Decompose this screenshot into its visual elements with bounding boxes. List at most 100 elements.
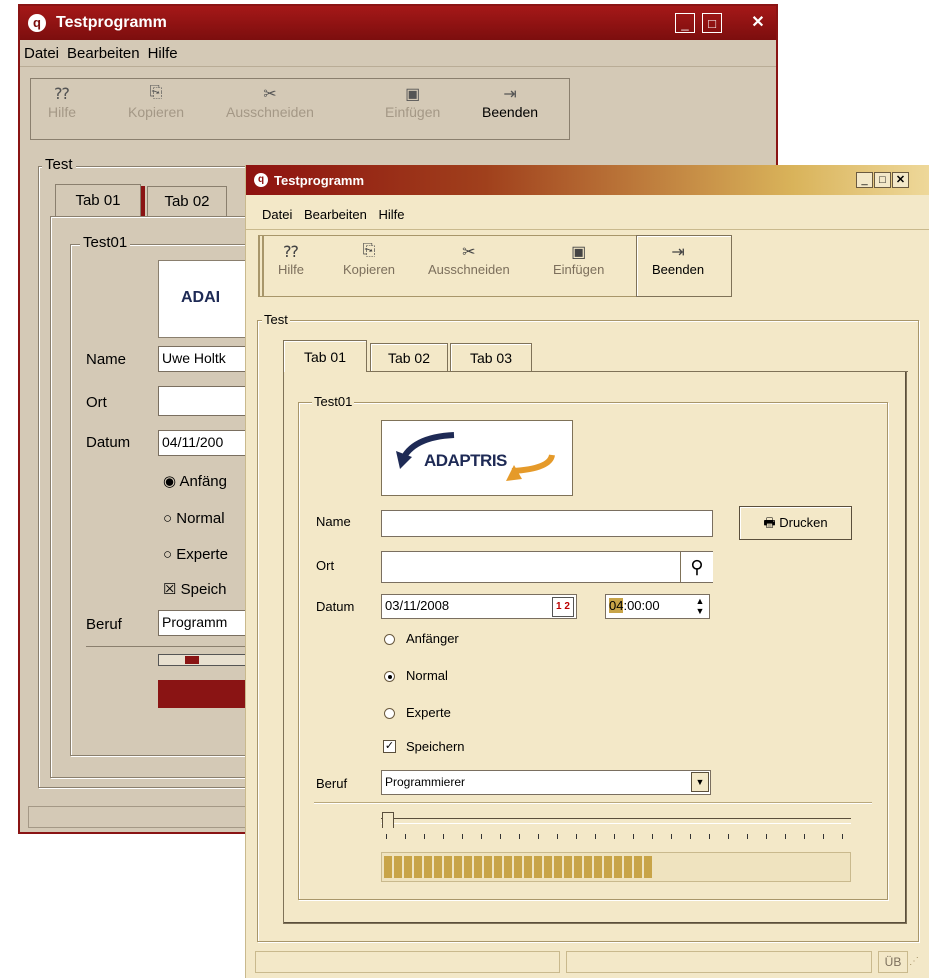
close-icon[interactable]: ✕ [892, 172, 909, 188]
label-beruf: Beruf [316, 776, 348, 791]
status-pane-1 [255, 951, 560, 973]
progress-block [494, 856, 502, 878]
tool-label: Ausschneiden [226, 104, 314, 120]
app-icon: q [28, 14, 46, 32]
progress-block [424, 856, 432, 878]
chevron-down-icon[interactable]: ▼ [691, 772, 709, 792]
close-icon[interactable]: ✕ [748, 13, 768, 33]
back-checkbox-speichern[interactable]: ☒ Speich [163, 580, 227, 598]
back-label-datum: Datum [86, 434, 131, 451]
spin-down-icon[interactable]: ▼ [693, 606, 707, 616]
resize-grip-icon[interactable]: ⋰ [909, 956, 925, 972]
exit-icon: ⇥ [671, 244, 685, 261]
back-radio-anfaenger[interactable]: ◉ Anfäng [163, 472, 227, 490]
front-title-bar[interactable]: q Testprogramm [246, 165, 929, 195]
front-tool-hilfe[interactable]: ⁇ Hilfe [278, 242, 304, 277]
progress-block [624, 856, 632, 878]
minimize-icon[interactable]: _ [856, 172, 873, 188]
front-tool-ausschneiden[interactable]: ✂ Ausschneiden [428, 242, 510, 277]
ort-field[interactable] [381, 551, 713, 583]
front-tool-kopieren[interactable]: ⎘ Kopieren [343, 242, 395, 277]
back-tool-einfuegen[interactable]: ▣ Einfügen [385, 84, 440, 120]
back-tool-beenden[interactable]: ⇥ Beenden [482, 84, 538, 120]
front-menubar: Datei Bearbeiten Hilfe [262, 207, 413, 222]
radio-label: Anfäng [179, 473, 227, 490]
menu-hilfe[interactable]: Hilfe [148, 45, 178, 62]
progress-block [464, 856, 472, 878]
progress-block [444, 856, 452, 878]
checkbox-label: Speich [180, 581, 227, 598]
logo-text: ADAPTRIS [424, 451, 507, 470]
slider-tick [766, 834, 767, 839]
menu-datei[interactable]: Datei [24, 45, 59, 62]
beruf-select[interactable]: Programmierer [381, 770, 711, 795]
speichern-checkbox[interactable]: ✓ [383, 740, 396, 753]
print-button[interactable]: 🖶 Drucken [739, 506, 852, 540]
slider-tick [842, 834, 843, 839]
calendar-icon[interactable]: 1 2 [552, 597, 574, 617]
name-field[interactable] [381, 510, 713, 537]
status-ueb: ÜB [878, 951, 908, 973]
menubar-divider [246, 229, 929, 230]
datum-field[interactable]: 03/11/2008 [381, 594, 577, 619]
front-tool-beenden[interactable]: ⇥ Beenden [652, 242, 704, 277]
progress-block [564, 856, 572, 878]
slider-tick [690, 834, 691, 839]
back-tab-02[interactable]: Tab 02 [147, 186, 227, 216]
slider-tick [804, 834, 805, 839]
slider-tick [557, 834, 558, 839]
tool-label: Beenden [482, 104, 539, 120]
back-tool-kopieren[interactable]: ⎘ Kopieren [128, 84, 184, 120]
back-radio-experte[interactable]: ○ Experte [163, 546, 228, 563]
progress-block [484, 856, 492, 878]
back-radio-normal[interactable]: ○ Normal [163, 510, 225, 527]
progress-block [614, 856, 622, 878]
search-icon[interactable]: ⚲ [680, 552, 713, 582]
time-spinner[interactable]: ▲ ▼ [693, 596, 707, 617]
front-tab-03[interactable]: Tab 03 [450, 343, 532, 371]
toolbar-grip[interactable] [258, 235, 264, 297]
progress-block [514, 856, 522, 878]
back-tool-hilfe[interactable]: ⁇ Hilfe [48, 84, 76, 120]
help-icon: ⁇ [54, 86, 70, 103]
radio-normal-control[interactable] [384, 671, 395, 682]
front-tool-einfuegen[interactable]: ▣ Einfügen [553, 242, 604, 277]
back-tool-ausschneiden[interactable]: ✂ Ausschneiden [226, 84, 314, 120]
radio-anfaenger-label: Anfänger [406, 631, 459, 646]
progress-block [544, 856, 552, 878]
progress-block [574, 856, 582, 878]
back-label-name: Name [86, 351, 127, 368]
maximize-icon[interactable]: □ [702, 13, 722, 33]
menu-datei[interactable]: Datei [262, 207, 292, 222]
time-hour: 04 [609, 598, 624, 613]
menu-bearbeiten[interactable]: Bearbeiten [67, 45, 140, 62]
back-tab-01[interactable]: Tab 01 [55, 184, 141, 216]
print-button-label: Drucken [779, 515, 828, 530]
front-tab-01[interactable]: Tab 01 [283, 340, 367, 372]
copy-icon: ⎘ [362, 242, 376, 259]
progress-bar [381, 852, 851, 882]
printer-icon: 🖶 [763, 515, 776, 530]
slider-tick [728, 834, 729, 839]
progress-block [454, 856, 462, 878]
back-title-bar[interactable]: q Testprogramm [20, 6, 776, 40]
radio-experte-control[interactable] [384, 708, 395, 719]
radio-anfaenger-control[interactable] [384, 634, 395, 645]
progress-block [594, 856, 602, 878]
tool-label: Hilfe [48, 104, 77, 120]
progress-block [634, 856, 642, 878]
progress-block [584, 856, 592, 878]
minimize-icon[interactable]: _ [675, 13, 695, 33]
slider-tick [500, 834, 501, 839]
copy-icon: ⎘ [149, 84, 163, 101]
menu-bearbeiten[interactable]: Bearbeiten [304, 207, 367, 222]
maximize-icon[interactable]: □ [874, 172, 891, 188]
front-tab-02[interactable]: Tab 02 [370, 343, 448, 371]
spin-up-icon[interactable]: ▲ [693, 596, 707, 606]
menu-hilfe[interactable]: Hilfe [379, 207, 405, 222]
slider-track[interactable] [381, 818, 851, 824]
front-group-label: Test [262, 312, 290, 327]
tool-label: Beenden [652, 262, 705, 277]
back-window-title: Testprogramm [56, 14, 167, 31]
slider-thumb[interactable] [382, 812, 394, 828]
